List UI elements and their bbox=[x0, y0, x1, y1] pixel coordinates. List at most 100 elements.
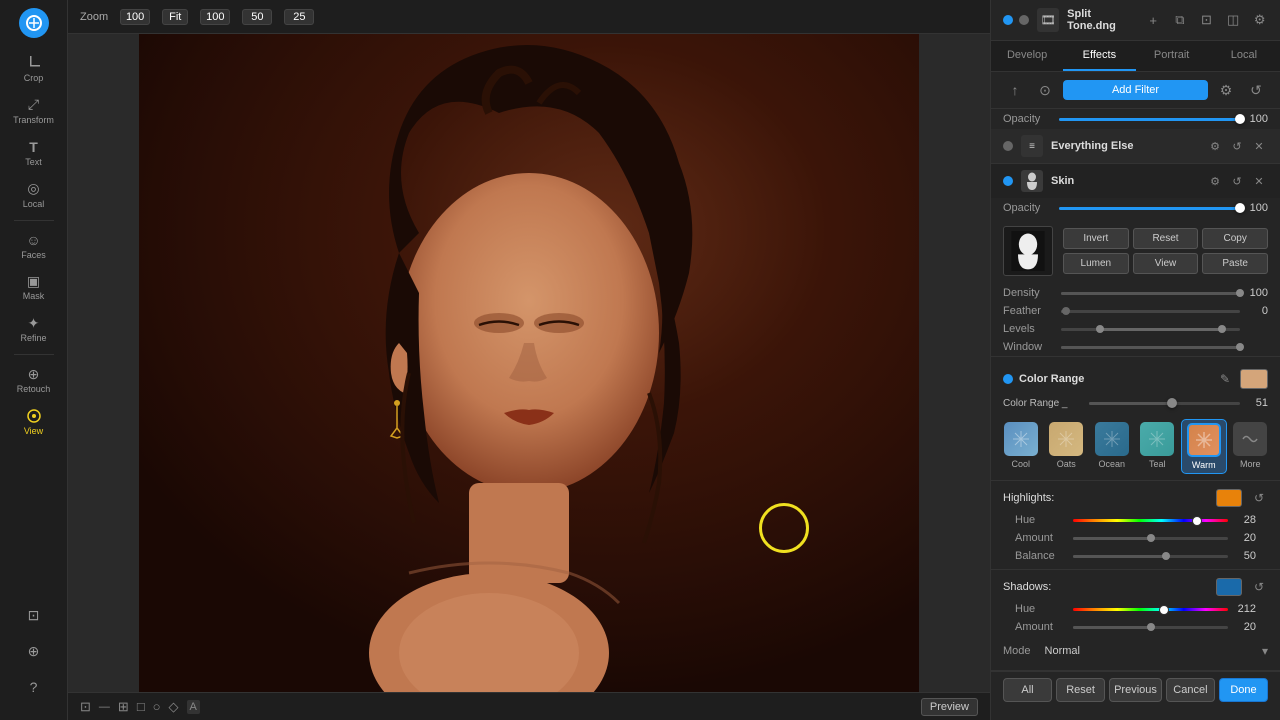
everything-else-close[interactable]: ✕ bbox=[1250, 137, 1268, 155]
skin-settings[interactable]: ⚙ bbox=[1206, 172, 1224, 190]
crop-label: Crop bbox=[24, 74, 44, 84]
levels-fill bbox=[1100, 328, 1222, 331]
invert-button[interactable]: Invert bbox=[1063, 228, 1129, 249]
tool-text[interactable]: T Text bbox=[0, 132, 67, 174]
preview-button[interactable]: Preview bbox=[921, 698, 978, 716]
tool-transform[interactable]: ⤢ Transform bbox=[0, 90, 67, 132]
eyedropper-icon[interactable]: ✎ bbox=[1216, 370, 1234, 388]
shadows-swatch[interactable] bbox=[1216, 578, 1242, 596]
shadows-hue-thumb[interactable] bbox=[1159, 605, 1169, 615]
tool-faces[interactable]: ☺ Faces bbox=[0, 225, 67, 267]
settings-icon-btn[interactable]: ⚙ bbox=[1251, 11, 1268, 29]
color-range-slider-label: Color Range _ bbox=[1003, 398, 1083, 409]
opacity-slider[interactable] bbox=[1059, 118, 1240, 121]
lumen-button[interactable]: Lumen bbox=[1063, 253, 1129, 274]
add-filter-button[interactable]: Add Filter bbox=[1063, 80, 1208, 100]
mode-chevron-icon[interactable]: ▾ bbox=[1262, 644, 1268, 658]
tool-fit-frame[interactable]: ⊡ bbox=[21, 600, 47, 632]
paste-button[interactable]: Paste bbox=[1202, 253, 1268, 274]
density-thumb[interactable] bbox=[1236, 289, 1244, 297]
preset-more[interactable]: More bbox=[1229, 419, 1273, 474]
add-icon-btn[interactable]: + bbox=[1145, 11, 1162, 29]
highlights-amount-slider[interactable] bbox=[1073, 537, 1228, 540]
undo-icon-btn[interactable]: ↺ bbox=[1244, 78, 1268, 102]
highlights-amount-thumb[interactable] bbox=[1147, 534, 1155, 542]
tool-view[interactable]: View bbox=[0, 401, 67, 443]
skin-opacity-slider[interactable] bbox=[1059, 207, 1240, 210]
gear-icon-btn[interactable]: ⚙ bbox=[1214, 78, 1238, 102]
window-thumb[interactable] bbox=[1236, 343, 1244, 351]
highlights-reset-icon[interactable]: ↺ bbox=[1250, 489, 1268, 507]
preset-teal[interactable]: Teal bbox=[1136, 419, 1180, 474]
add-person-icon: ⊕ bbox=[25, 642, 43, 660]
shadows-hue-slider[interactable] bbox=[1073, 608, 1228, 611]
tool-crop[interactable]: Crop bbox=[0, 48, 67, 90]
color-swatch[interactable] bbox=[1240, 369, 1268, 389]
tool-refine[interactable]: ✦ Refine bbox=[0, 308, 67, 350]
zoom-100[interactable]: 100 bbox=[200, 9, 230, 25]
tool-mask[interactable]: ▣ Mask bbox=[0, 266, 67, 308]
tab-effects[interactable]: Effects bbox=[1063, 41, 1135, 71]
previous-button[interactable]: Previous bbox=[1109, 678, 1162, 702]
window-slider[interactable] bbox=[1061, 346, 1240, 349]
crop-icon-btn[interactable]: ⊡ bbox=[1198, 11, 1215, 29]
zoom-25[interactable]: 25 bbox=[284, 9, 314, 25]
all-button[interactable]: All bbox=[1003, 678, 1052, 702]
highlights-swatch[interactable] bbox=[1216, 489, 1242, 507]
highlights-hue-slider[interactable] bbox=[1073, 519, 1228, 522]
levels-slider[interactable] bbox=[1061, 328, 1240, 331]
tab-local[interactable]: Local bbox=[1208, 41, 1280, 71]
levels-thumb-right[interactable] bbox=[1218, 325, 1226, 333]
preset-cool[interactable]: Cool bbox=[999, 419, 1043, 474]
shadows-amount-thumb[interactable] bbox=[1147, 623, 1155, 631]
view-button[interactable]: View bbox=[1133, 253, 1199, 274]
zoom-50[interactable]: 50 bbox=[242, 9, 272, 25]
copy-icon-btn[interactable]: ⧉ bbox=[1172, 11, 1189, 29]
fit-button[interactable]: Fit bbox=[162, 9, 188, 25]
skin-opacity-thumb[interactable] bbox=[1235, 203, 1245, 213]
tab-portrait[interactable]: Portrait bbox=[1136, 41, 1208, 71]
preset-oats[interactable]: Oats bbox=[1045, 419, 1089, 474]
color-presets: Cool Oats Ocean Teal bbox=[991, 413, 1280, 480]
tool-divider-1 bbox=[14, 220, 54, 221]
tool-add-person[interactable]: ⊕ bbox=[21, 636, 47, 668]
highlights-hue-thumb[interactable] bbox=[1192, 516, 1202, 526]
zoom-value[interactable]: 100 bbox=[120, 9, 150, 25]
tool-retouch[interactable]: ⊕ Retouch bbox=[0, 359, 67, 401]
feather-slider[interactable] bbox=[1061, 310, 1240, 313]
camera-icon-btn[interactable]: ⊙ bbox=[1033, 78, 1057, 102]
preset-ocean[interactable]: Ocean bbox=[1090, 419, 1134, 474]
cancel-button[interactable]: Cancel bbox=[1166, 678, 1215, 702]
done-button[interactable]: Done bbox=[1219, 678, 1268, 702]
square-icon: □ bbox=[137, 699, 145, 714]
reset-all-button[interactable]: Reset bbox=[1056, 678, 1105, 702]
opacity-thumb[interactable] bbox=[1235, 114, 1245, 124]
tab-develop[interactable]: Develop bbox=[991, 41, 1063, 71]
copy-button[interactable]: Copy bbox=[1202, 228, 1268, 249]
everything-else-settings[interactable]: ⚙ bbox=[1206, 137, 1224, 155]
tool-local[interactable]: ◎ Local bbox=[0, 174, 67, 216]
skin-undo[interactable]: ↺ bbox=[1228, 172, 1246, 190]
preset-warm[interactable]: Warm bbox=[1181, 419, 1227, 474]
density-label: Density bbox=[1003, 287, 1055, 299]
density-slider[interactable] bbox=[1061, 292, 1240, 295]
levels-thumb-left[interactable] bbox=[1096, 325, 1104, 333]
levels-label: Levels bbox=[1003, 323, 1055, 335]
color-range-slider[interactable] bbox=[1089, 402, 1240, 405]
color-range-thumb[interactable] bbox=[1167, 398, 1177, 408]
image-container[interactable] bbox=[68, 34, 990, 692]
balance-slider[interactable] bbox=[1073, 555, 1228, 558]
everything-else-undo[interactable]: ↺ bbox=[1228, 137, 1246, 155]
mask-btn-row-2: Lumen View Paste bbox=[1063, 253, 1268, 274]
reset-button[interactable]: Reset bbox=[1133, 228, 1199, 249]
balance-thumb[interactable] bbox=[1162, 552, 1170, 560]
tool-help[interactable]: ? bbox=[21, 672, 47, 704]
feather-thumb[interactable] bbox=[1062, 307, 1070, 315]
layers-icon-btn[interactable]: ◫ bbox=[1225, 11, 1242, 29]
shadows-amount-slider[interactable] bbox=[1073, 626, 1228, 629]
shadows-amount-value: 20 bbox=[1234, 621, 1256, 633]
export-icon-btn[interactable]: ↑ bbox=[1003, 78, 1027, 102]
skin-close[interactable]: ✕ bbox=[1250, 172, 1268, 190]
faces-icon: ☺ bbox=[25, 231, 43, 249]
shadows-reset-icon[interactable]: ↺ bbox=[1250, 578, 1268, 596]
